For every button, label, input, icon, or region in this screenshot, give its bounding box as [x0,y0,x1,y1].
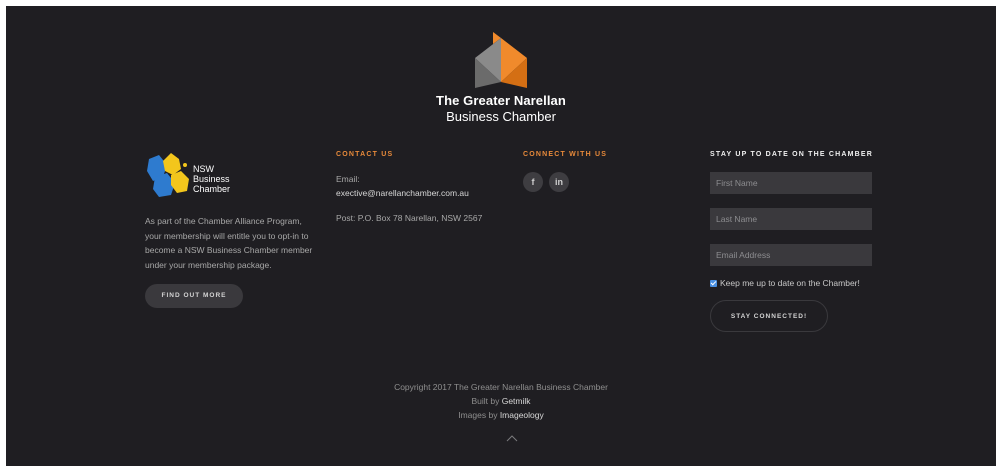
nsw-description: As part of the Chamber Alliance Program,… [145,216,313,270]
brand-name-line1: The Greater Narellan [436,93,566,108]
getmilk-link[interactable]: Getmilk [502,396,531,406]
nsw-business-chamber-logo[interactable]: NSW Business Chamber [145,151,240,201]
images-by-prefix: Images by [458,410,500,420]
stay-connected-button[interactable]: STAY CONNECTED! [710,300,828,332]
email-field[interactable] [710,244,872,266]
copyright-text: Copyright 2017 The Greater Narellan Busi… [394,382,608,392]
keep-updated-row: Keep me up to date on the Chamber! [710,278,880,288]
gear-icon [147,153,189,197]
chevron-up-icon[interactable] [506,434,518,442]
built-by-prefix: Built by [471,396,502,406]
connect-heading: CONNECT WITH US [523,151,608,158]
keep-updated-checkbox[interactable] [710,279,717,287]
email-label: Email: [336,174,360,184]
nsw-logo-text-1: NSW [193,164,215,174]
subscribe-column: STAY UP TO DATE ON THE CHAMBER Keep me u… [710,151,880,332]
connect-column: CONNECT WITH US f in [523,151,683,192]
images-by-line: Images by Imageology [6,408,996,422]
find-out-more-button[interactable]: FIND OUT MORE [145,284,243,308]
brand-name-line2: Business Chamber [446,109,556,124]
nsw-column: NSW Business Chamber As part of the Cham… [145,151,315,308]
nsw-logo-text-3: Chamber [193,184,230,194]
social-links: f in [523,172,683,192]
chamber-logo-icon[interactable] [473,32,529,90]
contact-column: CONTACT US Email: exective@narellanchamb… [336,151,516,225]
built-by-line: Built by Getmilk [6,394,996,408]
nsw-logo-text-2: Business [193,174,230,184]
brand-block: The Greater Narellan Business Chamber [6,32,996,124]
keep-updated-label[interactable]: Keep me up to date on the Chamber! [720,278,860,288]
contact-heading: CONTACT US [336,151,394,158]
linkedin-icon[interactable]: in [549,172,569,192]
subscribe-heading: STAY UP TO DATE ON THE CHAMBER [710,151,874,158]
first-name-field[interactable] [710,172,872,194]
last-name-field[interactable] [710,208,872,230]
footer-credits: Copyright 2017 The Greater Narellan Busi… [6,380,996,422]
imageology-link[interactable]: Imageology [500,410,544,420]
email-link[interactable]: exective@narellanchamber.com.au [336,186,516,200]
facebook-icon[interactable]: f [523,172,543,192]
footer-page: The Greater Narellan Business Chamber NS… [6,6,996,466]
postal-address: Post: P.O. Box 78 Narellan, NSW 2567 [336,213,483,223]
